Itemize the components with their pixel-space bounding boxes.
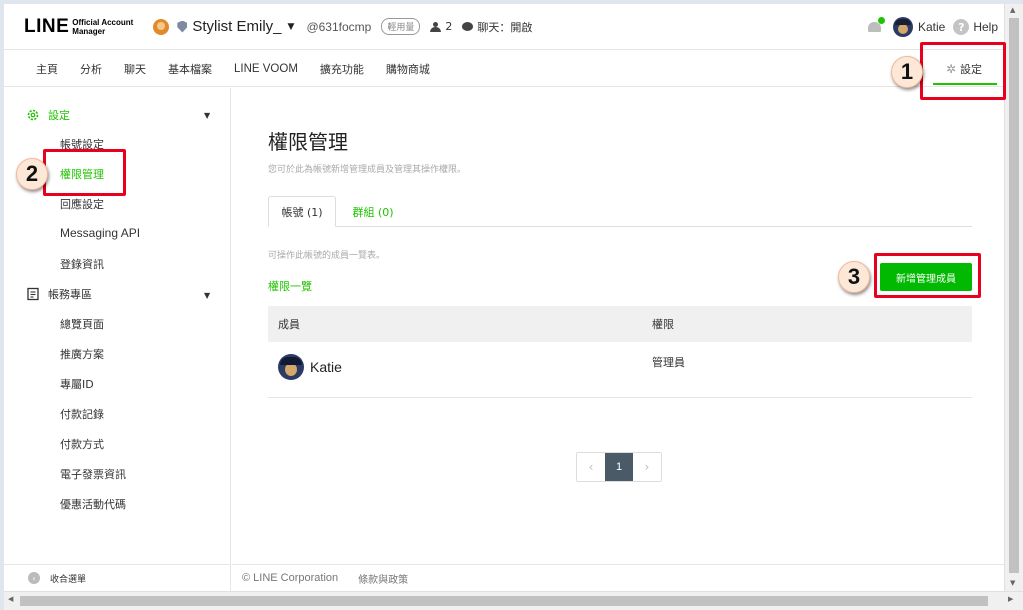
plan-badge[interactable]: 輕用量 [381,18,421,35]
verified-shield-icon [177,20,188,33]
account-id: @631focmp [306,19,372,34]
terms-link[interactable]: 條款與政策 [358,571,408,586]
table-header: 成員 權限 [268,306,972,342]
account-name[interactable]: Stylist Emily_ [192,18,281,35]
members-description: 可操作此帳號的成員一覽表。 [268,251,386,261]
member-cell: Katie [268,342,652,380]
permission-list-link[interactable]: 權限一覽 [268,278,312,294]
sidebar-item-plans[interactable]: 推廣方案 [60,346,104,362]
page-description: 您可於此為帳號新增管理成員及管理其操作權限。 [268,165,467,175]
settings-gear-icon [26,108,40,122]
scroll-left-arrow-icon[interactable]: ◀ [8,595,13,603]
sidebar-item-response-settings[interactable]: 回應設定 [60,196,104,212]
main-nav: 主頁 分析 聊天 基本檔案 LINE VOOM 擴充功能 購物商城 [4,51,1004,87]
sidebar-item-messaging-api[interactable]: Messaging API [60,226,140,240]
collapse-chevron-icon: ‹ [28,572,40,584]
top-header: LINE Official Account Manager Stylist Em… [4,4,1004,50]
page-title: 權限管理 [268,130,348,154]
annotation-step-1: 1 [891,56,923,88]
scroll-up-arrow-icon[interactable]: ▲ [1010,6,1015,14]
help-link[interactable]: Help [973,20,998,34]
sidebar-item-overview[interactable]: 總覽頁面 [60,316,104,332]
user-avatar[interactable] [892,17,913,37]
member-avatar [278,354,304,380]
member-name: Katie [310,359,342,375]
line-oa-logo[interactable]: LINE Official Account Manager [24,16,133,38]
sidebar-item-payment-method[interactable]: 付款方式 [60,436,104,452]
billing-document-icon [26,287,40,301]
sidebar-group-settings[interactable]: 設定 [26,107,70,123]
column-header-member: 成員 [278,318,300,331]
chat-status[interactable]: 聊天：開啟 [462,19,532,35]
sidebar-group-settings-caret-icon[interactable]: ▼ [204,111,210,120]
sidebar-item-coupon-code[interactable]: 優惠活動代碼 [60,496,126,512]
nav-item-profile[interactable]: 基本檔案 [168,61,212,77]
account-avatar[interactable] [153,18,170,35]
footer: © LINE Corporation 條款與政策 [232,564,1004,591]
horizontal-scroll-thumb[interactable] [20,596,988,606]
sidebar-group-billing[interactable]: 帳務專區 [26,286,92,302]
help-icon[interactable]: ? [953,19,970,35]
people-icon [430,21,442,32]
nav-item-extensions[interactable]: 擴充功能 [320,61,364,77]
account-dropdown-caret-icon[interactable]: ▼ [288,22,295,32]
tab-accounts[interactable]: 帳號 (1) [268,196,336,227]
main-content: 權限管理 您可於此為帳號新增管理成員及管理其操作權限。 帳號 (1) 群組 (0… [232,88,1004,564]
annotation-step-3: 3 [838,261,870,293]
sidebar-item-payment-history[interactable]: 付款記錄 [60,406,104,422]
sidebar-item-registration-info[interactable]: 登錄資訊 [60,256,104,272]
horizontal-scrollbar[interactable]: ◀ ▶ [4,591,1023,610]
logo-subtitle: Official Account Manager [72,17,134,36]
column-header-permission: 權限 [652,318,674,331]
nav-item-chat[interactable]: 聊天 [124,61,146,77]
annotation-box-settings [920,42,1006,100]
member-role: 管理員 [652,356,685,369]
logo-line-text: LINE [24,15,70,37]
chat-bubble-icon [462,22,474,31]
nav-item-shop[interactable]: 購物商城 [386,61,430,77]
pagination: ‹ 1 › [576,452,662,482]
sidebar-item-premium-id[interactable]: 專屬ID [60,376,94,392]
tab-groups[interactable]: 群組 (0) [348,196,398,227]
notification-dot [877,17,885,24]
collapse-menu-button[interactable]: ‹ 收合選單 [4,564,231,591]
table-row[interactable]: Katie 管理員 [268,342,972,398]
sidebar-item-e-invoice[interactable]: 電子發票資訊 [60,466,126,482]
vertical-scrollbar[interactable]: ▲ ▼ [1004,4,1023,591]
nav-item-analytics[interactable]: 分析 [80,61,102,77]
member-count[interactable]: 2 [430,20,452,33]
annotation-step-2: 2 [16,158,48,190]
vertical-scroll-thumb[interactable] [1009,18,1019,573]
nav-item-line-voom[interactable]: LINE VOOM [234,63,298,75]
scroll-down-arrow-icon[interactable]: ▼ [1010,579,1015,587]
user-name[interactable]: Katie [918,20,945,34]
page-number-current[interactable]: 1 [605,453,633,481]
members-table: 成員 權限 Katie 管理員 [268,306,972,398]
annotation-box-permissions [43,149,126,196]
scroll-right-arrow-icon[interactable]: ▶ [1008,595,1013,603]
member-tabs: 帳號 (1) 群組 (0) [268,196,972,227]
nav-item-home[interactable]: 主頁 [36,61,58,77]
notification-bell-icon[interactable] [867,17,885,34]
next-page-chevron-icon[interactable]: › [633,453,661,481]
sidebar-group-billing-caret-icon[interactable]: ▼ [204,291,210,300]
copyright-text: © LINE Corporation [242,572,339,584]
annotation-box-add-member [874,253,981,298]
prev-page-chevron-icon[interactable]: ‹ [577,453,605,481]
